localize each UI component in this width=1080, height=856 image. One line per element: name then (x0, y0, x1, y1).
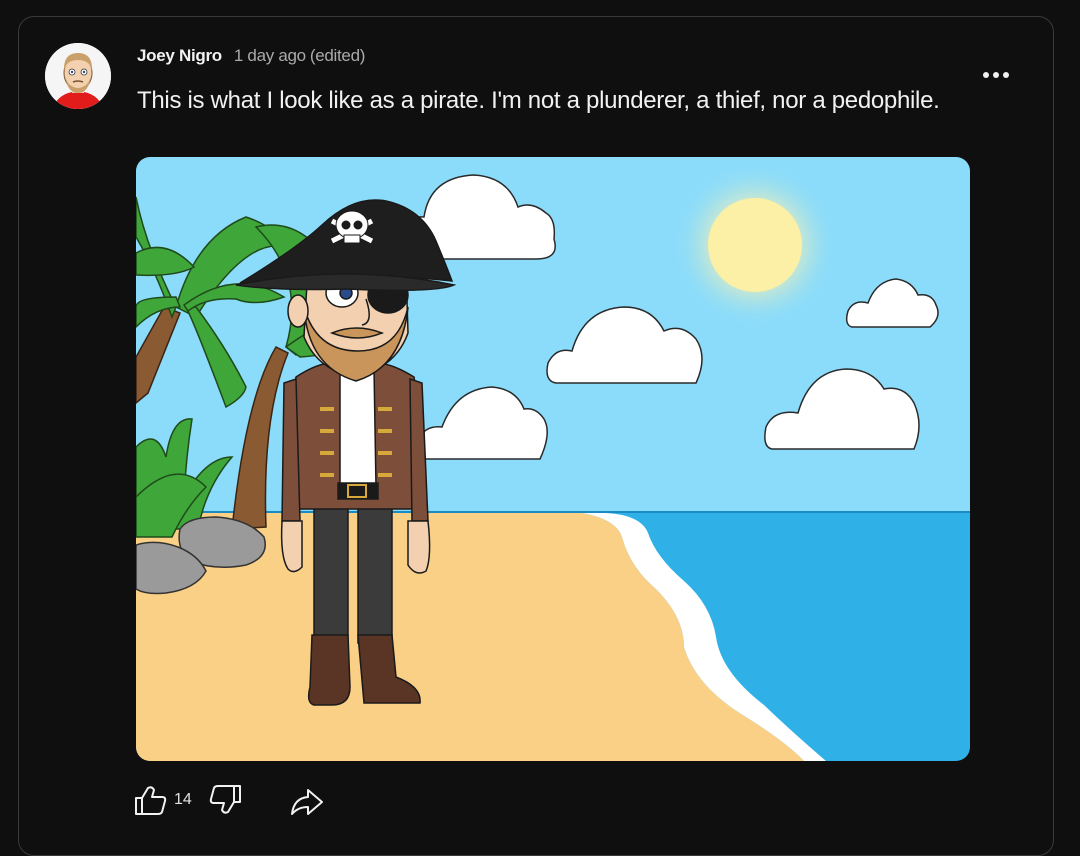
author-name[interactable]: Joey Nigro (137, 46, 222, 66)
more-vert-icon (983, 72, 1009, 78)
timestamp-text: 1 day ago (233, 46, 306, 65)
comment-actions: 14 (130, 780, 326, 820)
share-button[interactable] (286, 780, 326, 820)
like-button[interactable] (130, 780, 170, 820)
share-icon (290, 789, 323, 815)
like-count: 14 (174, 791, 192, 808)
edited-label: (edited) (309, 46, 366, 65)
comment-timestamp[interactable]: 1 day ago (edited) (233, 46, 366, 66)
avatar[interactable] (45, 43, 111, 109)
avatar-image (45, 43, 111, 109)
comment-text: This is what I look like as a pirate. I'… (137, 87, 940, 114)
pirate-illustration (136, 157, 970, 761)
thumb-down-icon (209, 785, 241, 814)
thumb-up-icon (135, 786, 167, 815)
comment-header: Joey Nigro 1 day ago (edited) (137, 46, 365, 66)
pirate-beach-image[interactable] (136, 157, 970, 761)
dislike-button[interactable] (206, 780, 246, 820)
more-actions-button[interactable] (976, 62, 1016, 88)
